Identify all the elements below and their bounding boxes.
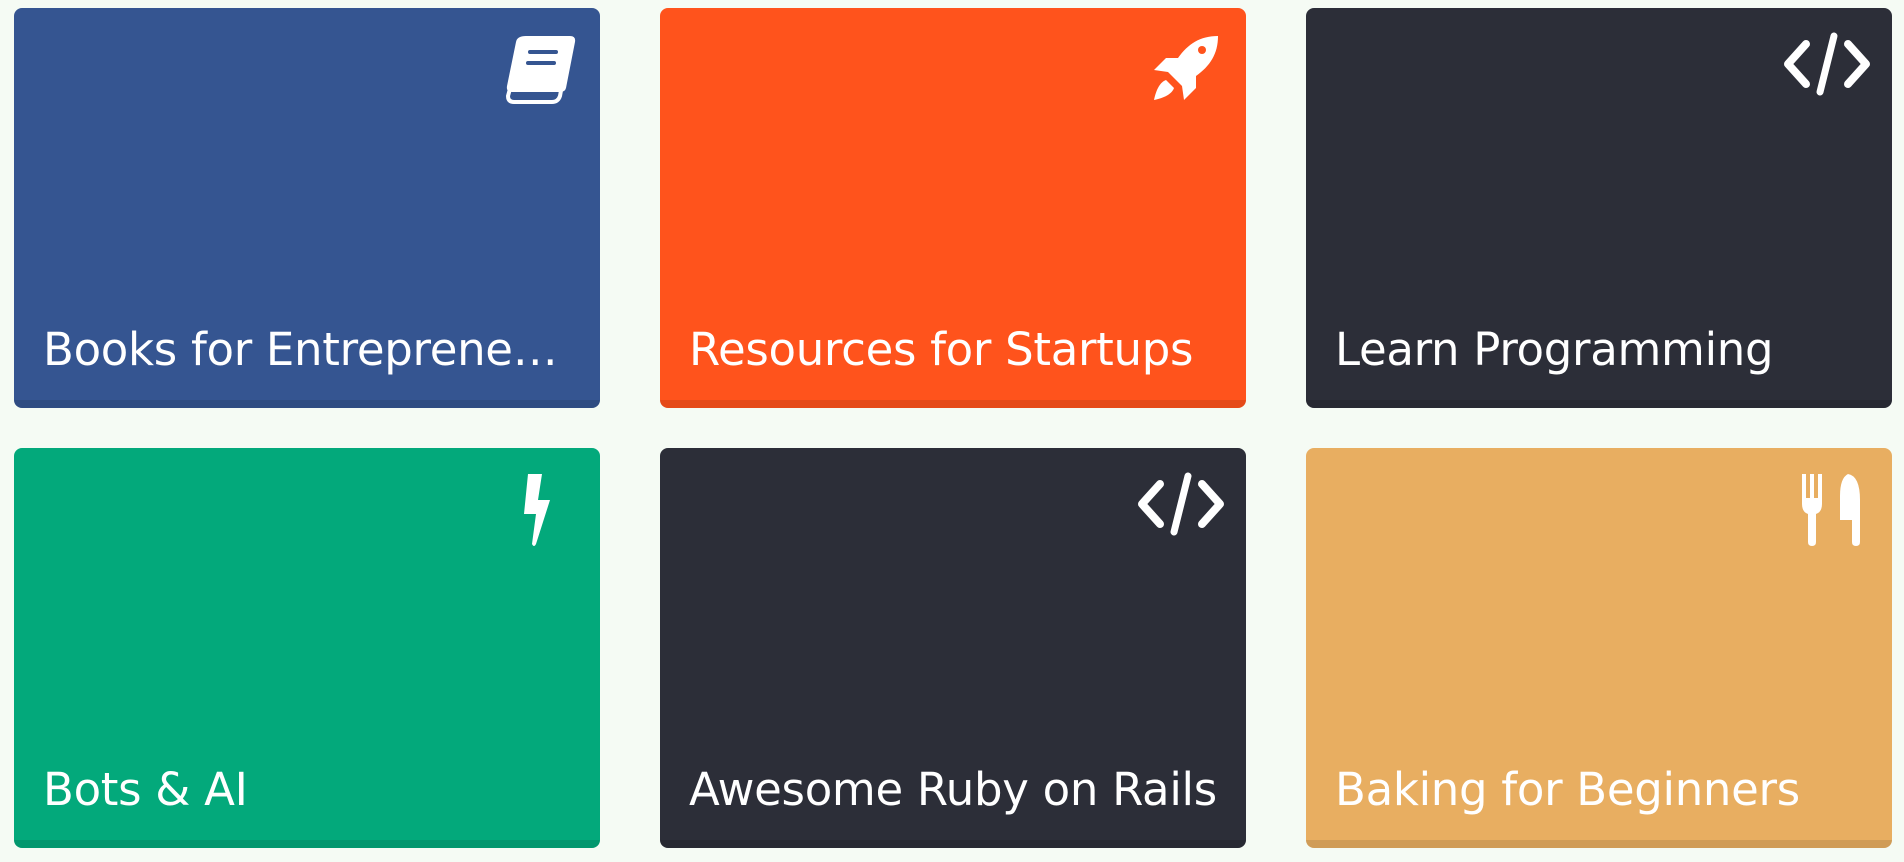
book-icon	[480, 30, 580, 130]
collection-grid: Books for Entrepreneurs Resources for St…	[0, 0, 1904, 862]
card-bottom-border	[1306, 840, 1892, 848]
bolt-icon	[480, 470, 580, 570]
rocket-icon	[1126, 30, 1226, 130]
collection-card-learn-programming[interactable]: Learn Programming	[1306, 8, 1892, 408]
utensils-icon	[1772, 470, 1872, 570]
card-bottom-border	[660, 400, 1246, 408]
collection-card-baking-for-beginners[interactable]: Baking for Beginners	[1306, 448, 1892, 848]
collection-card-awesome-ruby-on-rails[interactable]: Awesome Ruby on Rails	[660, 448, 1246, 848]
card-bottom-border	[1306, 400, 1892, 408]
card-bottom-border	[14, 400, 600, 408]
card-bottom-border	[660, 840, 1246, 848]
collection-card-resources-for-startups[interactable]: Resources for Startups	[660, 8, 1246, 408]
card-title: Books for Entrepreneurs	[43, 323, 574, 376]
card-bottom-border	[14, 840, 600, 848]
collection-card-books-for-entrepreneurs[interactable]: Books for Entrepreneurs	[14, 8, 600, 408]
code-icon	[1126, 470, 1226, 570]
card-title: Learn Programming	[1335, 323, 1774, 376]
code-icon	[1772, 30, 1872, 130]
card-title: Resources for Startups	[689, 323, 1194, 376]
card-title: Baking for Beginners	[1335, 763, 1800, 816]
collection-card-bots-and-ai[interactable]: Bots & AI	[14, 448, 600, 848]
card-title: Bots & AI	[43, 763, 248, 816]
card-title: Awesome Ruby on Rails	[689, 763, 1217, 816]
